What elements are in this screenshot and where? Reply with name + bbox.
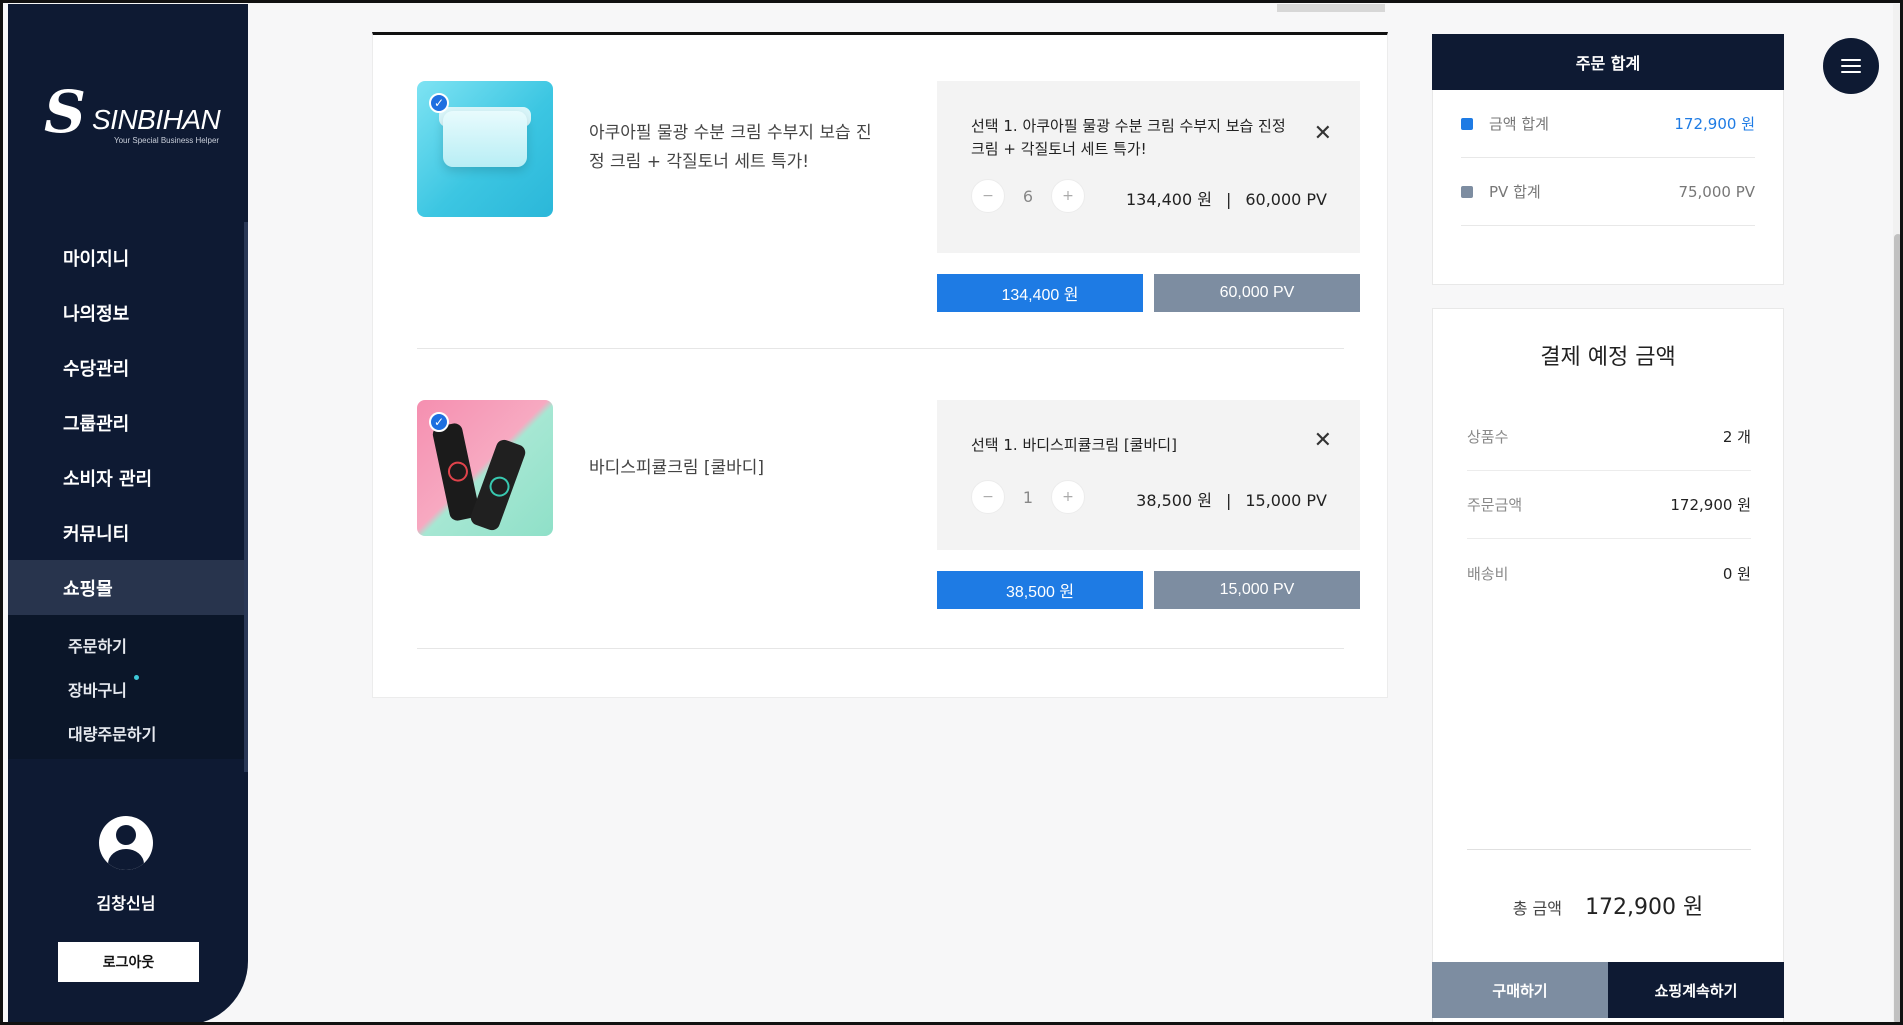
nav-item-group[interactable]: 그룹관리 <box>8 395 244 450</box>
subnav-item-label: 장바구니 <box>68 681 127 700</box>
cart-list: ✓ 아쿠아필 물광 수분 크림 수부지 보습 진정 크림 + 각질토너 세트 특… <box>372 32 1388 698</box>
payment-rows: 상품수 2 개 주문금액 172,900 원 배송비 0 원 <box>1467 403 1751 607</box>
check-icon[interactable]: ✓ <box>429 412 449 432</box>
option-title: 선택 1. 아쿠아필 물광 수분 크림 수부지 보습 진정 크림 + 각질토너 … <box>971 117 1286 158</box>
page-scrollbar-thumb[interactable] <box>1894 234 1902 1024</box>
amount-total-row: 금액 합계 172,900 원 <box>1461 90 1755 158</box>
quantity-value[interactable]: 1 <box>1005 488 1051 507</box>
nav-item-community[interactable]: 커뮤니티 <box>8 505 244 560</box>
subnav-item-order[interactable]: 주문하기 <box>8 623 244 667</box>
order-summary-body: 금액 합계 172,900 원 PV 합계 75,000 PV <box>1432 90 1784 285</box>
pv-total-value: 75,000 PV <box>1678 182 1755 201</box>
item-total-won-button[interactable]: 38,500 원 <box>937 571 1143 609</box>
amount-legend-icon <box>1461 117 1473 130</box>
logout-button[interactable]: 로그아웃 <box>58 942 199 982</box>
payment-row-value: 0 원 <box>1722 564 1751 583</box>
option-price-pv: 60,000 PV <box>1245 190 1327 209</box>
increase-button[interactable]: + <box>1051 480 1085 514</box>
payment-total-value: 172,900 원 <box>1585 895 1704 920</box>
decrease-button[interactable]: − <box>971 480 1005 514</box>
nav-item-shopping-mall[interactable]: 쇼핑몰 <box>8 560 244 615</box>
option-price-won: 134,400 원 <box>1125 190 1212 209</box>
sidebar: S SINBIHAN Your Special Business Helper … <box>8 4 248 1025</box>
payment-row-value: 172,900 원 <box>1670 496 1751 514</box>
row-divider <box>417 348 1344 349</box>
payment-row-label: 주문금액 <box>1467 496 1523 514</box>
increase-button[interactable]: + <box>1051 179 1085 213</box>
logo[interactable]: S SINBIHAN Your Special Business Helper <box>44 80 224 150</box>
subnav-item-bulk-order[interactable]: 대량주문하기 <box>8 711 244 755</box>
payment-title: 결제 예정 금액 <box>1540 345 1676 370</box>
amount-total-value: 172,900 원 <box>1674 115 1755 133</box>
subnav-item-label: 주문하기 <box>68 637 127 656</box>
payment-row-order-amount: 주문금액 172,900 원 <box>1467 471 1751 539</box>
nav-item-allowance[interactable]: 수당관리 <box>8 340 244 395</box>
main-nav: 마이지니 나의정보 수당관리 그룹관리 소비자 관리 커뮤니티 쇼핑몰 주문하기… <box>8 230 244 759</box>
product-name: 아쿠아필 물광 수분 크림 수부지 보습 진정 크림 + 각질토너 세트 특가! <box>589 123 872 172</box>
payment-row-label: 배송비 <box>1467 564 1509 583</box>
decrease-button[interactable]: − <box>971 179 1005 213</box>
price-separator: | <box>1225 190 1232 209</box>
payment-row-item-count: 상품수 2 개 <box>1467 403 1751 471</box>
option-box: 선택 1. 아쿠아필 물광 수분 크림 수부지 보습 진정 크림 + 각질토너 … <box>937 81 1360 253</box>
user-avatar-icon[interactable] <box>99 816 153 870</box>
nav-item-my-info[interactable]: 나의정보 <box>8 285 244 340</box>
amount-total-label: 금액 합계 <box>1489 115 1549 133</box>
product-thumbnail[interactable]: ✓ <box>417 400 553 536</box>
option-price: 134,400 원 | 60,000 PV <box>1126 186 1327 210</box>
quantity-value[interactable]: 6 <box>1005 187 1051 206</box>
active-dot-icon <box>134 675 139 680</box>
item-total-pv-button[interactable]: 60,000 PV <box>1154 274 1360 312</box>
payment-row-label: 상품수 <box>1467 428 1509 446</box>
logo-mark: S <box>44 78 86 146</box>
logo-tagline: Your Special Business Helper <box>114 136 220 145</box>
nav-item-consumer[interactable]: 소비자 관리 <box>8 450 244 505</box>
continue-shopping-button[interactable]: 쇼핑계속하기 <box>1608 962 1784 1018</box>
close-icon[interactable]: ✕ <box>1314 430 1332 452</box>
payment-divider <box>1467 849 1751 850</box>
pv-total-label: PV 합계 <box>1489 183 1541 201</box>
payment-actions: 구매하기 쇼핑계속하기 <box>1432 962 1784 1018</box>
buy-button[interactable]: 구매하기 <box>1432 962 1608 1018</box>
item-total-won-button[interactable]: 134,400 원 <box>937 274 1143 312</box>
row-divider <box>417 648 1344 649</box>
payment-row-value: 2 개 <box>1722 428 1751 446</box>
payment-total-label: 총 금액 <box>1512 899 1562 918</box>
hamburger-icon[interactable] <box>1823 38 1879 94</box>
product-name: 바디스피큘크림 [쿨바디] <box>589 458 765 478</box>
option-price-pv: 15,000 PV <box>1245 491 1327 510</box>
order-summary: 주문 합계 금액 합계 172,900 원 PV 합계 75,000 PV <box>1432 34 1784 285</box>
top-scroll-tab <box>1277 4 1385 12</box>
nav-item-my-genie[interactable]: 마이지니 <box>8 230 244 285</box>
payment-total: 총 금액 172,900 원 <box>1433 889 1783 921</box>
pv-legend-icon <box>1461 185 1473 198</box>
option-box: 선택 1. 바디스피큘크림 [쿨바디] ✕ − 1 + 38,500 원 | 15,… <box>937 400 1360 550</box>
logo-brand: SINBIHAN <box>92 104 221 135</box>
quantity-stepper: − 1 + <box>971 480 1091 514</box>
cart-item: ✓ 바디스피큘크림 [쿨바디] 선택 1. 바디스피큘크림 [쿨바디] ✕ − … <box>417 400 1360 665</box>
user-name: 김창신님 <box>96 894 156 913</box>
price-separator: | <box>1225 491 1232 510</box>
payment-row-shipping: 배송비 0 원 <box>1467 539 1751 607</box>
order-summary-title: 주문 합계 <box>1432 34 1784 90</box>
shopping-subnav: 주문하기 장바구니 대량주문하기 <box>8 615 244 759</box>
sidebar-scroll-indicator <box>244 222 248 772</box>
subnav-item-cart[interactable]: 장바구니 <box>8 667 244 711</box>
option-price: 38,500 원 | 15,000 PV <box>1136 487 1327 511</box>
user-profile: 김창신님 <box>8 816 244 914</box>
option-title: 선택 1. 바디스피큘크림 [쿨바디] <box>971 436 1177 454</box>
pv-total-row: PV 합계 75,000 PV <box>1461 158 1755 226</box>
product-thumbnail[interactable]: ✓ <box>417 81 553 217</box>
page-scrollbar[interactable] <box>1893 4 1903 1025</box>
item-total-pv-button[interactable]: 15,000 PV <box>1154 571 1360 609</box>
quantity-stepper: − 6 + <box>971 179 1091 213</box>
subnav-item-label: 대량주문하기 <box>68 725 157 744</box>
check-icon[interactable]: ✓ <box>429 93 449 113</box>
payment-panel: 결제 예정 금액 상품수 2 개 주문금액 172,900 원 배송비 0 원 … <box>1432 308 1784 1023</box>
option-price-won: 38,500 원 <box>1136 491 1212 510</box>
close-icon[interactable]: ✕ <box>1314 123 1332 145</box>
cart-item: ✓ 아쿠아필 물광 수분 크림 수부지 보습 진정 크림 + 각질토너 세트 특… <box>417 81 1360 349</box>
